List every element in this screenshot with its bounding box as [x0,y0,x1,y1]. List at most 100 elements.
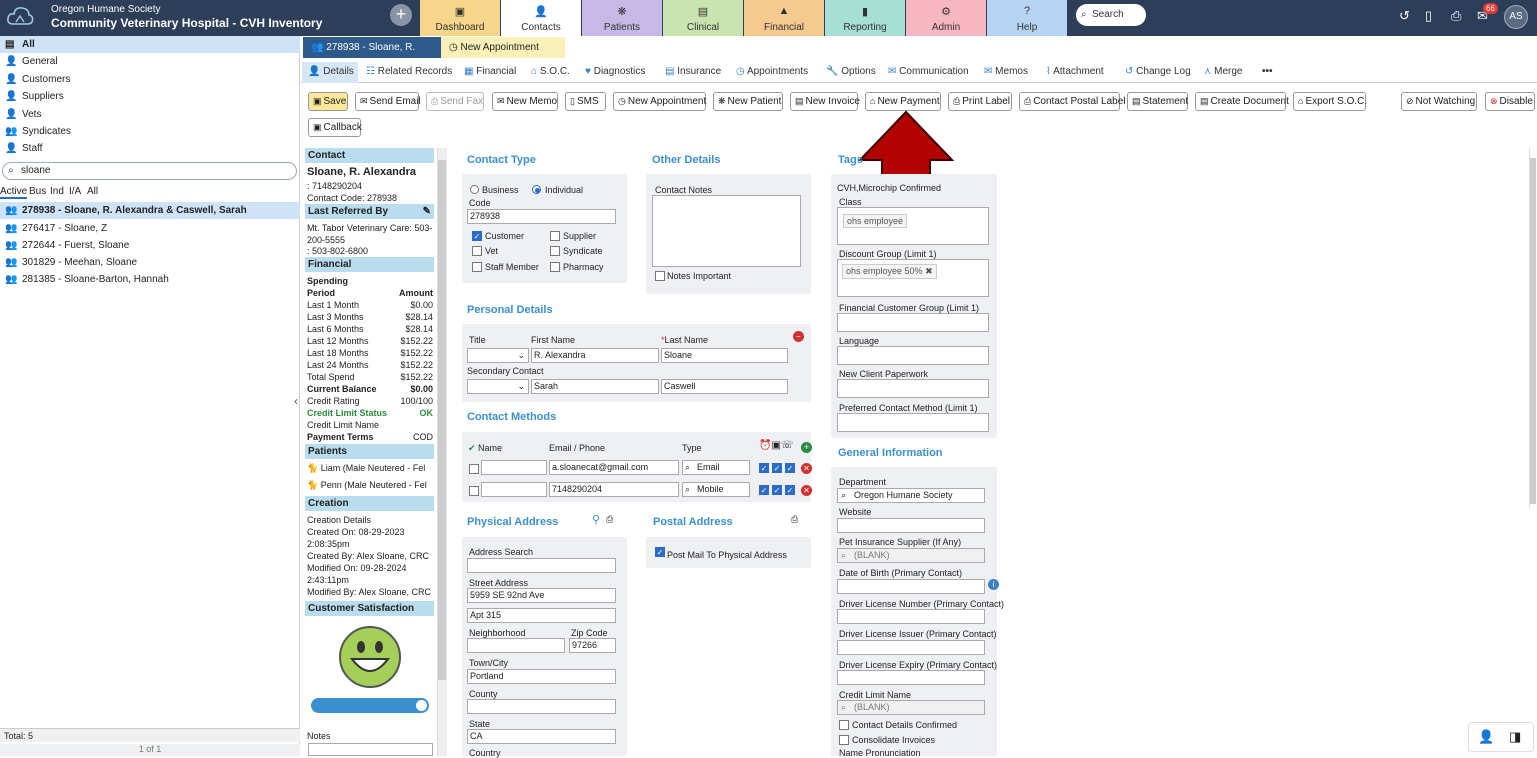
patient-item[interactable]: 🐈 Liam (Male Neutered - Fel [307,463,425,474]
remove-icon[interactable]: − [793,331,804,342]
business-radio[interactable] [470,185,479,194]
print-icon[interactable]: ⎙ [606,514,613,525]
secondary-title-select[interactable]: ⌄ [467,379,529,394]
sidebar-item-customers[interactable]: 👤 Customers [0,71,300,88]
sidebar-item-general[interactable]: 👤 General [0,53,300,70]
statement-button[interactable]: ▤ Statement [1127,92,1188,111]
tab-options[interactable]: 🔧 Options [826,66,876,77]
info-icon[interactable]: i [988,579,999,590]
department-field[interactable]: ⌕ Oregon Humane Society [837,488,985,503]
list-item[interactable]: 👥 278938 - Sloane, R. Alexandra & Caswell… [0,202,300,219]
dl-number-field[interactable] [837,609,985,624]
method-flag-checkbox[interactable]: ✓ [759,485,769,495]
tab-contact-record[interactable]: 👥 278938 - Sloane, R. Alex... [303,37,441,74]
avatar[interactable]: AS [1504,5,1528,29]
nav-admin[interactable]: ⚙ Admin [906,0,986,36]
filter-active[interactable]: Active [0,186,28,199]
add-method-icon[interactable]: + [801,442,812,453]
not-watching-button[interactable]: ⊘ Not Watching [1401,92,1477,111]
town-field[interactable]: Portland [467,669,616,684]
nav-reporting[interactable]: ▮ Reporting [825,0,905,36]
tab-soc[interactable]: ⌂ S.O.C. [531,66,570,77]
tab-financial[interactable]: ▦ Financial [464,66,516,77]
new-payment-button[interactable]: ⌂ New Payment [865,92,941,111]
individual-radio[interactable] [532,185,541,194]
nav-patients[interactable]: ❋ Patients [582,0,662,36]
method-row-checkbox[interactable] [469,486,479,496]
method-value-field[interactable]: 7148290204 [549,482,679,497]
address-search-field[interactable] [467,558,616,573]
code-field[interactable]: 278938 [467,209,616,224]
new-invoice-button[interactable]: ▤ New Invoice [790,92,860,111]
list-item[interactable]: 👥 272644 - Fuerst, Sloane [0,237,300,254]
edit-icon[interactable]: ✎ [423,204,431,219]
state-field[interactable]: CA [467,729,616,744]
nav-dashboard[interactable]: ▣ Dashboard [420,0,500,36]
satisfaction-slider[interactable] [311,698,429,713]
delete-method-icon[interactable]: ✕ [801,463,812,474]
class-tag-chip[interactable]: ohs employee [843,214,908,228]
method-flag-checkbox[interactable]: ✓ [785,463,795,473]
dob-field[interactable] [837,579,985,594]
tab-communication[interactable]: ✉ Communication [888,66,969,77]
filter-ind[interactable]: Ind [50,186,64,197]
nav-help[interactable]: ? Help [987,0,1067,36]
method-flag-checkbox[interactable]: ✓ [785,485,795,495]
preferred-method-field[interactable] [837,413,989,432]
sidebar-item-suppliers[interactable]: 👤 Suppliers [0,88,300,105]
tab-memos[interactable]: ✉ Memos [984,66,1028,77]
method-value-field[interactable]: a.sloanecat@gmail.com [549,460,679,475]
contact-notes-field[interactable] [652,195,801,267]
panel-toggle-icon[interactable]: ◨ [1509,729,1521,745]
financial-group-field[interactable] [837,313,989,332]
customer-checkbox[interactable]: ✓ [472,231,482,241]
method-flag-checkbox[interactable]: ✓ [772,485,782,495]
sidebar-item-staff[interactable]: 👤 Staff [0,140,300,157]
patient-item[interactable]: 🐈 Penn (Male Neutered - Fel [307,480,427,491]
list-item[interactable]: 👥 301829 - Meehan, Sloane [0,254,300,271]
filter-all[interactable]: All [87,186,98,197]
add-button[interactable]: + [390,4,412,26]
print-icon[interactable]: ⎙ [1451,8,1461,24]
new-appointment-button[interactable]: ◷ New Appointment [613,92,706,111]
sidebar-item-vets[interactable]: 👤 Vets [0,106,300,123]
callback-button[interactable]: ▣ Callback [308,118,362,137]
main-scrollbar-thumb[interactable] [1530,158,1536,504]
supplier-checkbox[interactable] [550,231,560,241]
discount-tag-chip[interactable]: ohs employee 50% ✖ [842,264,937,279]
sidebar-item-syndicates[interactable]: 👥 Syndicates [0,123,300,140]
tab-details[interactable]: 👤 Details [302,62,358,83]
close-icon[interactable]: ✖ [923,266,933,276]
sidebar-item-all[interactable]: ▤ All [0,36,300,53]
print-label-button[interactable]: ⎙ Print Label [948,92,1012,111]
tab-attachment[interactable]: ⌇ Attachment [1046,66,1104,77]
nav-contacts[interactable]: 👤 Contacts [501,0,581,36]
map-pin-icon[interactable]: ⚲ [592,513,600,526]
method-name-field[interactable] [481,460,547,475]
disable-button[interactable]: ⊗ Disable [1485,92,1535,111]
vet-checkbox[interactable] [472,246,482,256]
list-item[interactable]: 👥 276417 - Sloane, Z [0,220,300,237]
website-field[interactable] [837,518,985,533]
nav-clinical[interactable]: ▤ Clinical [663,0,743,36]
paperwork-field[interactable] [837,379,989,398]
dl-expiry-field[interactable] [837,670,985,685]
tab-new-appointment[interactable]: ◷ New Appointment [441,37,565,58]
credit-limit-field[interactable]: ⌕ (BLANK) [837,700,985,715]
pharmacy-checkbox[interactable] [550,262,560,272]
nav-financial[interactable]: ▲ Financial [744,0,824,36]
post-mail-checkbox[interactable]: ✓ [655,547,665,557]
delete-method-icon[interactable]: ✕ [801,485,812,496]
send-email-button[interactable]: ✉ Send Email [355,92,421,111]
contact-confirmed-checkbox[interactable] [839,720,849,730]
contact-search-input[interactable]: ⌕ sloane [2,162,297,180]
consolidate-checkbox[interactable] [839,735,849,745]
last-name-field[interactable]: Sloane [661,348,788,363]
method-type-field[interactable]: ⌕ Mobile [682,482,750,497]
filter-ia[interactable]: I/A [69,186,81,197]
new-patient-button[interactable]: ❋ New Patient [713,92,783,111]
method-flag-checkbox[interactable]: ✓ [772,463,782,473]
tab-merge[interactable]: ⋏ Merge [1204,66,1242,77]
create-document-button[interactable]: ▤ Create Document [1195,92,1289,111]
document-icon[interactable]: ▯ [1425,8,1432,24]
